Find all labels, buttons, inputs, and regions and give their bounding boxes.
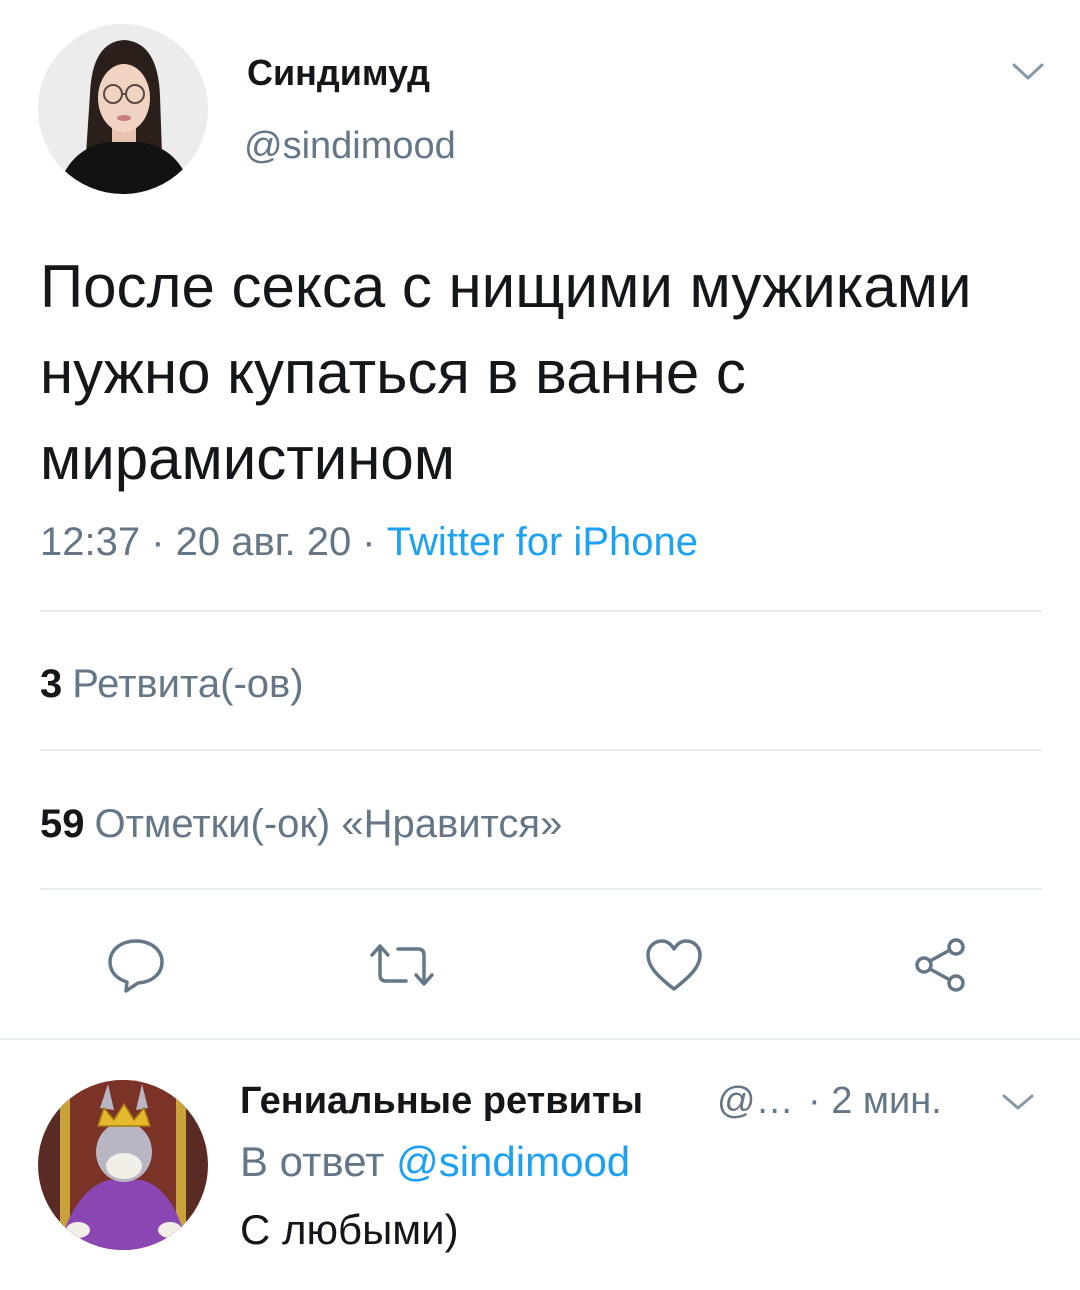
share-icon <box>915 938 965 992</box>
in-reply-to-prefix: В ответ <box>240 1138 385 1185</box>
author-avatar-image <box>38 24 208 194</box>
tweet-meta: 12:37 · 20 авг. 20 · Twitter for iPhone <box>40 520 698 565</box>
in-reply-to-mention-link[interactable]: @sindimood <box>396 1138 630 1185</box>
in-reply-to: В ответ @sindimood <box>240 1138 630 1186</box>
divider <box>40 888 1042 890</box>
tweet-text: После секса с нищими мужиками нужно купа… <box>40 253 972 492</box>
like-button[interactable] <box>638 932 710 998</box>
reply-menu-button[interactable] <box>998 1088 1038 1116</box>
reply-icon <box>108 939 164 993</box>
retweets-count: 3 <box>40 662 63 706</box>
reply-timestamp[interactable]: · 2 мин. <box>808 1080 942 1123</box>
divider <box>40 610 1042 612</box>
divider <box>40 749 1042 751</box>
retweet-button[interactable] <box>366 932 438 998</box>
retweet-icon <box>370 944 434 986</box>
reply-author-display-name[interactable]: Гениальные ретвиты <box>240 1080 643 1123</box>
author-handle[interactable]: @sindimood <box>244 125 456 168</box>
retweets-label: Ретвита(-ов) <box>72 662 304 706</box>
thread-divider <box>0 1038 1080 1040</box>
chevron-down-icon <box>1002 1094 1034 1110</box>
reply-button[interactable] <box>100 932 172 998</box>
likes-label: Отметки(-ок) «Нравится» <box>94 802 563 846</box>
reply-author-avatar[interactable] <box>38 1080 208 1250</box>
tweet-menu-button[interactable] <box>1008 56 1048 86</box>
author-display-name[interactable]: Синдимуд <box>247 52 430 94</box>
meta-separator: · <box>140 520 176 564</box>
reply-author-handle[interactable]: @… <box>717 1080 794 1123</box>
tweet-source-link[interactable]: Twitter for iPhone <box>387 520 698 564</box>
reply-author-avatar-image <box>38 1080 208 1250</box>
reply-text: С любыми) <box>240 1206 459 1253</box>
retweets-stat[interactable]: 3 Ретвита(-ов) <box>40 662 304 707</box>
likes-count: 59 <box>40 802 85 846</box>
heart-icon <box>646 939 702 991</box>
tweet-date: 20 авг. 20 <box>175 520 352 564</box>
author-avatar[interactable] <box>38 24 208 194</box>
tweet-time: 12:37 <box>40 520 141 564</box>
chevron-down-icon <box>1012 63 1044 80</box>
share-button[interactable] <box>904 932 976 998</box>
likes-stat[interactable]: 59 Отметки(-ок) «Нравится» <box>40 802 562 847</box>
meta-separator: · <box>351 520 387 564</box>
